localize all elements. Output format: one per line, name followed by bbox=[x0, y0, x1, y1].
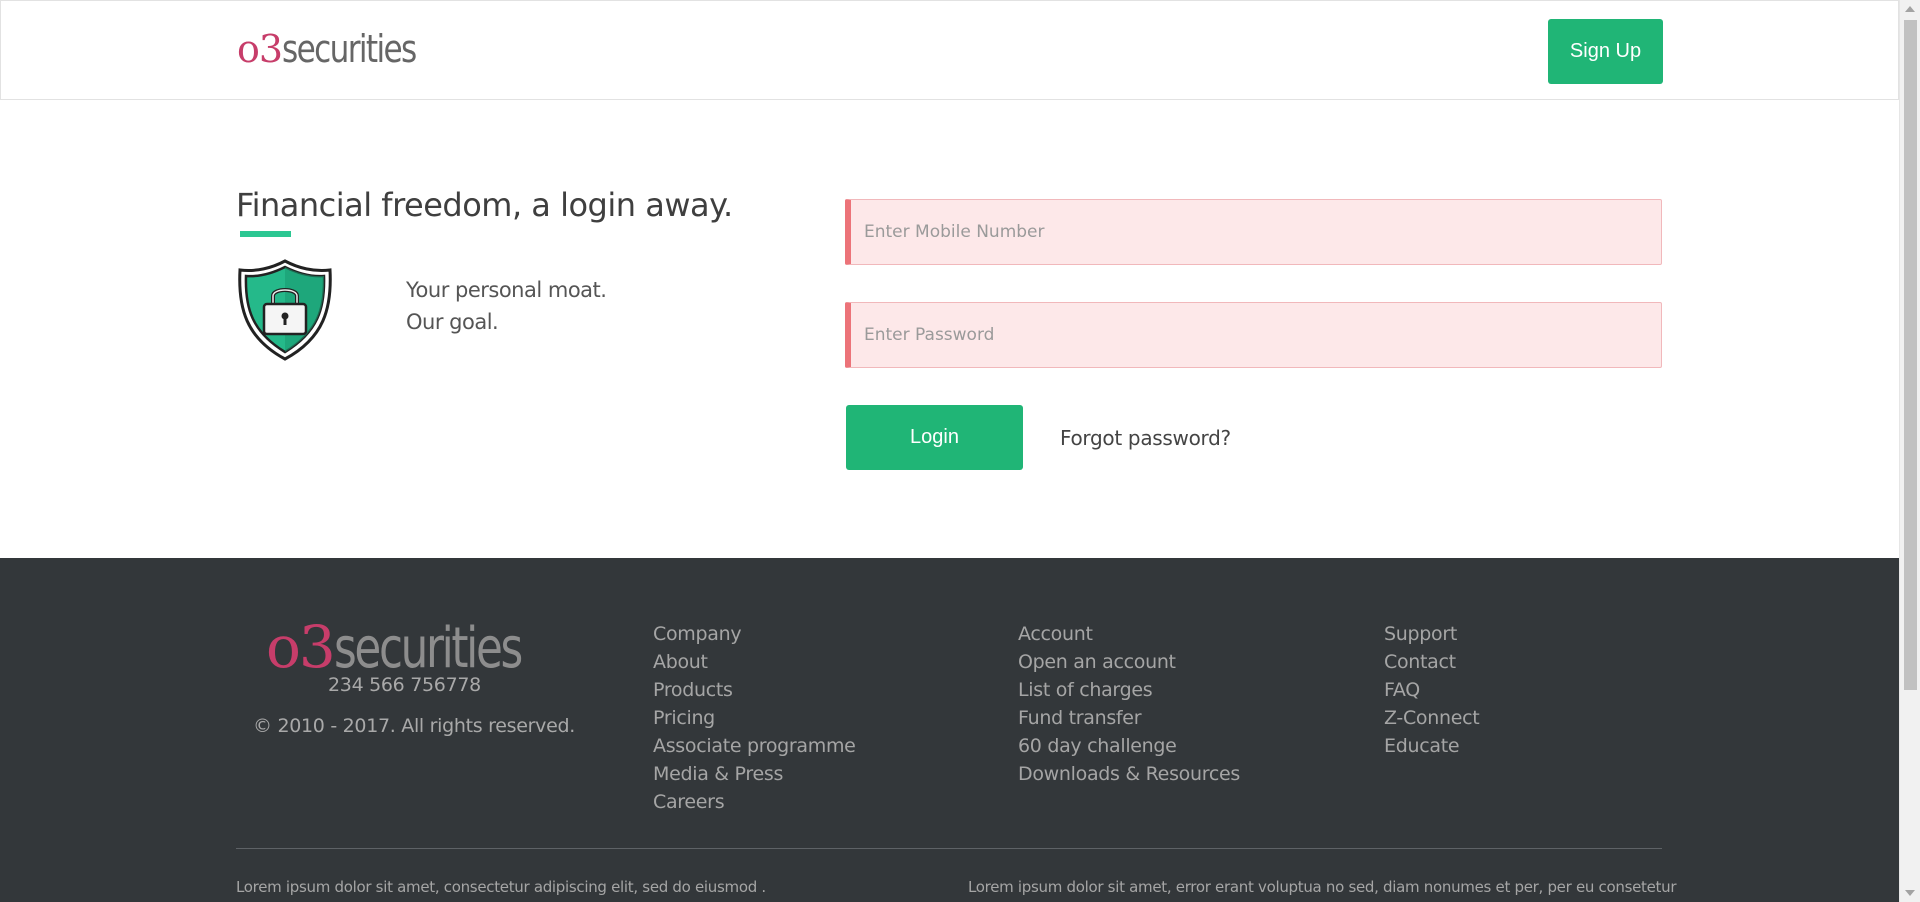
footer-link-z-connect[interactable]: Z-Connect bbox=[1384, 704, 1480, 732]
footer-heading-account: Account bbox=[1018, 623, 1093, 645]
footer-logo: o3 securities bbox=[266, 613, 573, 681]
footer-link-associate-programme[interactable]: Associate programme bbox=[653, 732, 856, 760]
footer-column-account: Account Open an account List of charges … bbox=[1018, 620, 1240, 788]
signup-button[interactable]: Sign Up bbox=[1548, 19, 1663, 84]
logo[interactable]: o3 securities bbox=[237, 27, 445, 73]
footer-logo-securities: securities bbox=[333, 616, 523, 681]
footer-column-support: Support Contact FAQ Z-Connect Educate bbox=[1384, 620, 1480, 760]
footer-divider bbox=[236, 848, 1662, 849]
logo-securities: securities bbox=[282, 27, 417, 71]
footer-heading-support: Support bbox=[1384, 623, 1458, 645]
footer-link-60-day-challenge[interactable]: 60 day challenge bbox=[1018, 732, 1240, 760]
footer-link-pricing[interactable]: Pricing bbox=[653, 704, 856, 732]
forgot-password-link[interactable]: Forgot password? bbox=[1060, 426, 1231, 450]
footer-phone: 234 566 756778 bbox=[328, 674, 481, 696]
tagline-line-2: Our goal. bbox=[406, 310, 499, 334]
shield-lock-icon bbox=[238, 259, 332, 361]
mobile-number-input[interactable] bbox=[845, 199, 1662, 265]
logo-o3: o3 bbox=[237, 27, 283, 71]
footer-link-contact[interactable]: Contact bbox=[1384, 648, 1479, 676]
password-input[interactable] bbox=[845, 302, 1662, 368]
footer-link-open-account[interactable]: Open an account bbox=[1018, 648, 1240, 676]
footer-logo-o3: o3 bbox=[266, 613, 336, 681]
footer-heading-company: Company bbox=[653, 623, 742, 645]
login-button[interactable]: Login bbox=[846, 405, 1023, 470]
footer-link-faq[interactable]: FAQ bbox=[1384, 676, 1479, 704]
footer-link-products[interactable]: Products bbox=[653, 676, 856, 704]
footer-link-downloads-resources[interactable]: Downloads & Resources bbox=[1018, 760, 1240, 788]
footer-link-fund-transfer[interactable]: Fund transfer bbox=[1018, 704, 1240, 732]
page-headline: Financial freedom, a login away. bbox=[236, 186, 733, 224]
site-header: o3 securities Sign Up bbox=[0, 0, 1899, 100]
footer-copyright: © 2010 - 2017. All rights reserved. bbox=[253, 715, 575, 737]
footer-disclaimer-left: Lorem ipsum dolor sit amet, consectetur … bbox=[236, 878, 766, 896]
site-footer: o3 securities 234 566 756778 © 2010 - 20… bbox=[0, 558, 1899, 902]
footer-disclaimer-right: Lorem ipsum dolor sit amet, error erant … bbox=[968, 878, 1677, 896]
scroll-down-arrow-icon[interactable] bbox=[1905, 890, 1915, 896]
footer-link-list-of-charges[interactable]: List of charges bbox=[1018, 676, 1240, 704]
tagline: Your personal moat. Our goal. bbox=[406, 274, 607, 338]
footer-link-careers[interactable]: Careers bbox=[653, 788, 856, 816]
headline-underline bbox=[240, 231, 291, 237]
tagline-line-1: Your personal moat. bbox=[406, 278, 607, 302]
footer-link-educate[interactable]: Educate bbox=[1384, 732, 1479, 760]
page-scrollbar[interactable] bbox=[1899, 0, 1920, 902]
footer-link-media-press[interactable]: Media & Press bbox=[653, 760, 856, 788]
footer-column-company: Company About Products Pricing Associate… bbox=[653, 620, 856, 816]
scroll-up-arrow-icon[interactable] bbox=[1905, 6, 1915, 12]
scroll-thumb[interactable] bbox=[1904, 20, 1917, 690]
footer-link-about[interactable]: About bbox=[653, 648, 856, 676]
